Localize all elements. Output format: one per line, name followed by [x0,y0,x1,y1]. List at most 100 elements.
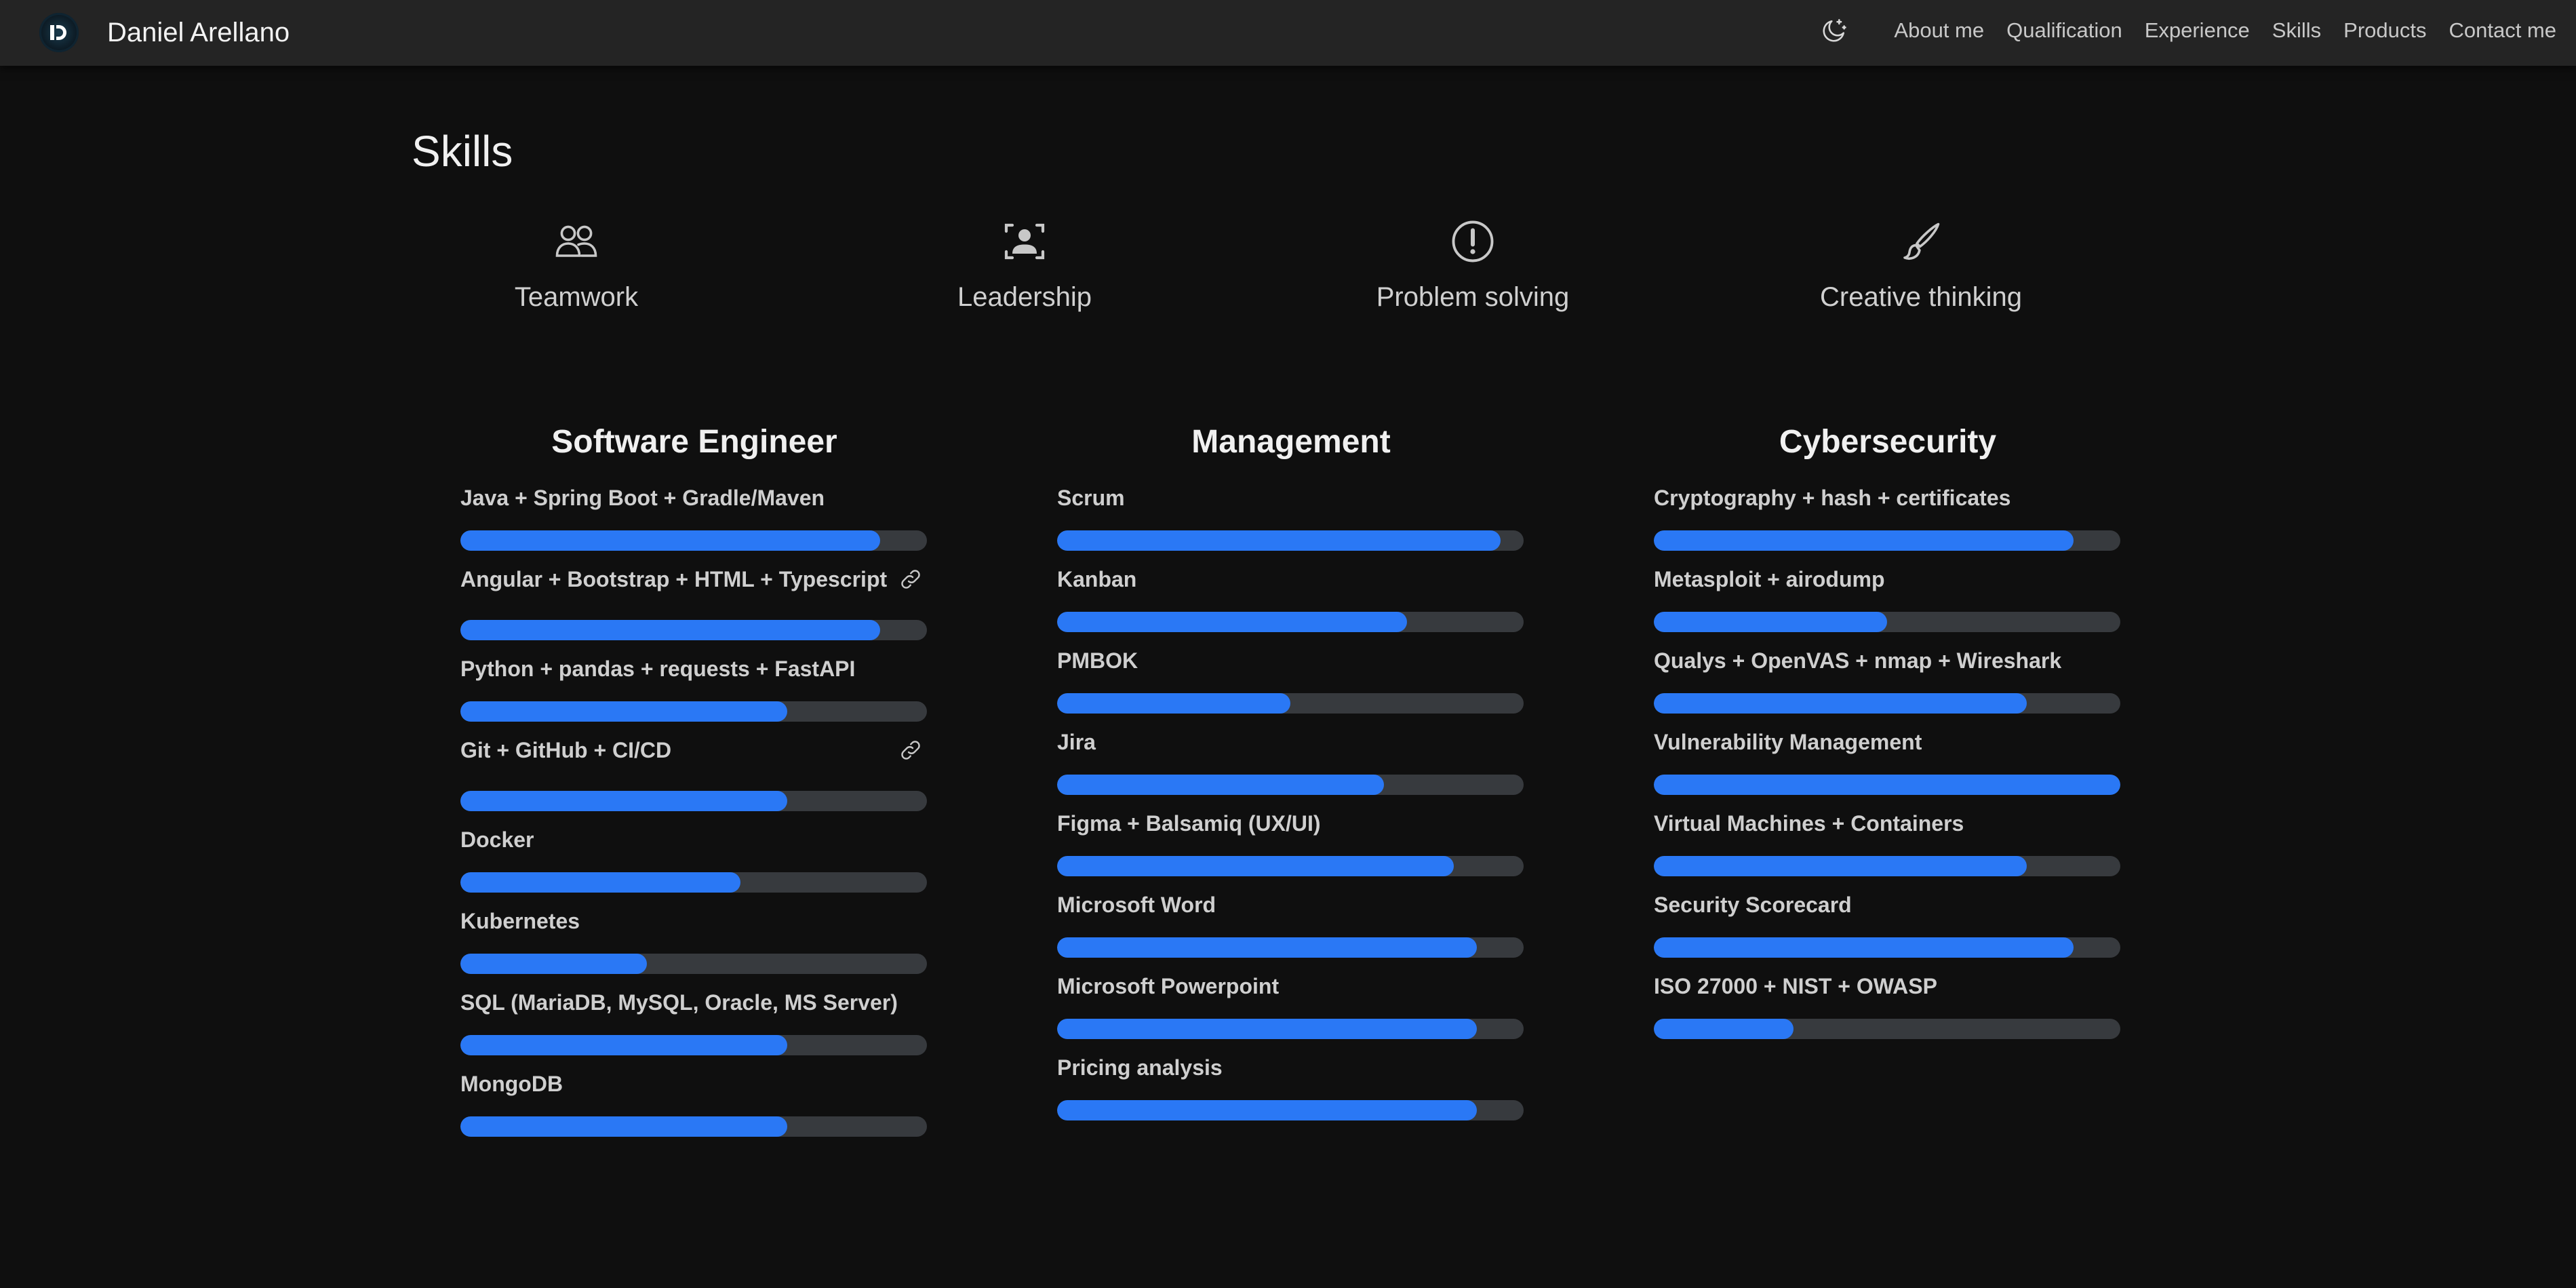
navbar: Daniel Arellano About me Qualification E… [0,0,2576,66]
skill-progress-track [1057,693,1524,714]
skill-list: Scrum Kanban PMBOK Jira Figma + Balsamiq (UX… [1057,484,1525,1135]
skill-header: Pricing analysis [1057,1054,1525,1081]
skill-header: Vulnerability Management [1654,728,2122,756]
skill-label: Figma + Balsamiq (UX/UI) [1057,811,1321,836]
soft-skill-creative-thinking: Creative thinking [1751,217,2090,313]
skill-progress-track [1057,937,1524,958]
category-title: Cybersecurity [1779,424,1997,460]
brand[interactable]: Daniel Arellano [39,8,290,57]
skill-label: Qualys + OpenVAS + nmap + Wireshark [1654,648,2062,673]
skill-progress-fill [1057,775,1384,795]
skill-label: PMBOK [1057,648,1138,673]
skill-progress-track [460,954,927,974]
skill-header: Microsoft Word [1057,891,1525,918]
skill-header: Python + pandas + requests + FastAPI [460,655,928,682]
skill-header: Scrum [1057,484,1525,511]
skill-progress-fill [1057,937,1478,958]
skill-item: Metasploit + airodump [1654,566,2122,647]
link-icon[interactable] [897,737,924,764]
skill-label: Java + Spring Boot + Gradle/Maven [460,486,825,510]
skill-header: Figma + Balsamiq (UX/UI) [1057,810,1525,837]
skill-item: Cryptography + hash + certificates [1654,484,2122,566]
skill-label: Microsoft Word [1057,893,1216,917]
skill-item: Docker [460,826,928,908]
skill-label: Python + pandas + requests + FastAPI [460,657,856,681]
skill-item: Virtual Machines + Containers [1654,810,2122,891]
skill-label: Kubernetes [460,909,580,933]
skill-progress-track [1057,1100,1524,1120]
skill-header: MongoDB [460,1070,928,1097]
skill-progress-fill [1654,612,1887,632]
nav-link-about-me[interactable]: About me [1894,18,1984,43]
nav-link-qualification[interactable]: Qualification [2006,18,2122,43]
category-software-engineer: Software Engineer Java + Spring Boot + G… [460,423,928,1152]
skill-item: Kubernetes [460,908,928,989]
logo-d-icon [39,13,79,52]
skill-label: Vulnerability Management [1654,730,1922,754]
skill-progress-track [1654,612,2120,632]
skill-progress-fill [460,620,881,640]
skill-progress-fill [460,701,787,722]
skill-label: Kanban [1057,567,1137,591]
skill-list: Java + Spring Boot + Gradle/Maven Angular… [460,484,928,1152]
category-title: Software Engineer [551,424,837,460]
skill-header: Virtual Machines + Containers [1654,810,2122,837]
skill-header: Kanban [1057,566,1525,593]
skill-progress-fill [1654,1019,1794,1039]
skill-header: Docker [460,826,928,853]
moon-stars-icon[interactable] [1819,15,1850,46]
soft-skill-label: Teamwork [514,282,639,312]
skill-label: Metasploit + airodump [1654,567,1885,591]
skill-header: Cryptography + hash + certificates [1654,484,2122,511]
skill-progress-track [460,791,927,811]
skill-label: SQL (MariaDB, MySQL, Oracle, MS Server) [460,990,898,1015]
brush-icon [1897,217,1945,266]
skill-progress-track [1654,937,2120,958]
nav-link-experience[interactable]: Experience [2145,18,2250,43]
skill-label: Angular + Bootstrap + HTML + Typescript [460,567,888,591]
nav-links: About me Qualification Experience Skills… [1819,0,2556,61]
skill-item: Vulnerability Management [1654,728,2122,810]
skill-item: Git + GitHub + CI/CD [460,737,928,826]
skill-label: Cryptography + hash + certificates [1654,486,2011,510]
soft-skill-teamwork: Teamwork [407,217,746,313]
nav-link-products[interactable]: Products [2343,18,2426,43]
skill-progress-fill [1057,612,1407,632]
soft-skill-label: Leadership [957,282,1092,312]
skill-label: ISO 27000 + NIST + OWASP [1654,974,1937,998]
skill-item: ISO 27000 + NIST + OWASP [1654,973,2122,1054]
skill-item: Jira [1057,728,1525,810]
category-title: Management [1191,424,1391,460]
soft-skill-problem-solving: Problem solving [1303,217,1642,313]
skill-progress-fill [460,791,787,811]
category-management: Management Scrum Kanban PMBOK Jira Figma + B… [1057,423,1525,1135]
skill-item: PMBOK [1057,647,1525,728]
skill-item: Kanban [1057,566,1525,647]
skill-progress-track [1057,856,1524,876]
skill-progress-fill [460,1116,787,1137]
skill-label: Security Scorecard [1654,893,1852,917]
skill-progress-fill [1654,775,2120,795]
skill-item: Figma + Balsamiq (UX/UI) [1057,810,1525,891]
skill-progress-track [1654,1019,2120,1039]
skill-header: SQL (MariaDB, MySQL, Oracle, MS Server) [460,989,928,1016]
skill-header: Java + Spring Boot + Gradle/Maven [460,484,928,511]
page-title: Skills [412,127,513,176]
skill-progress-fill [1654,693,2027,714]
skill-header: PMBOK [1057,647,1525,674]
skill-header: Microsoft Powerpoint [1057,973,1525,1000]
skill-label: Scrum [1057,486,1125,510]
link-icon[interactable] [897,566,924,593]
nav-link-contact-me[interactable]: Contact me [2449,18,2556,43]
skill-progress-track [1654,856,2120,876]
skill-progress-track [460,530,927,551]
skill-header: Kubernetes [460,908,928,935]
nav-link-skills[interactable]: Skills [2272,18,2321,43]
skill-item: Pricing analysis [1057,1054,1525,1135]
skill-item: SQL (MariaDB, MySQL, Oracle, MS Server) [460,989,928,1070]
skill-item: MongoDB [460,1070,928,1152]
category-cybersecurity: Cybersecurity Cryptography + hash + cert… [1654,423,2122,1054]
skill-item: Security Scorecard [1654,891,2122,973]
skill-label: Microsoft Powerpoint [1057,974,1280,998]
skill-item: Scrum [1057,484,1525,566]
